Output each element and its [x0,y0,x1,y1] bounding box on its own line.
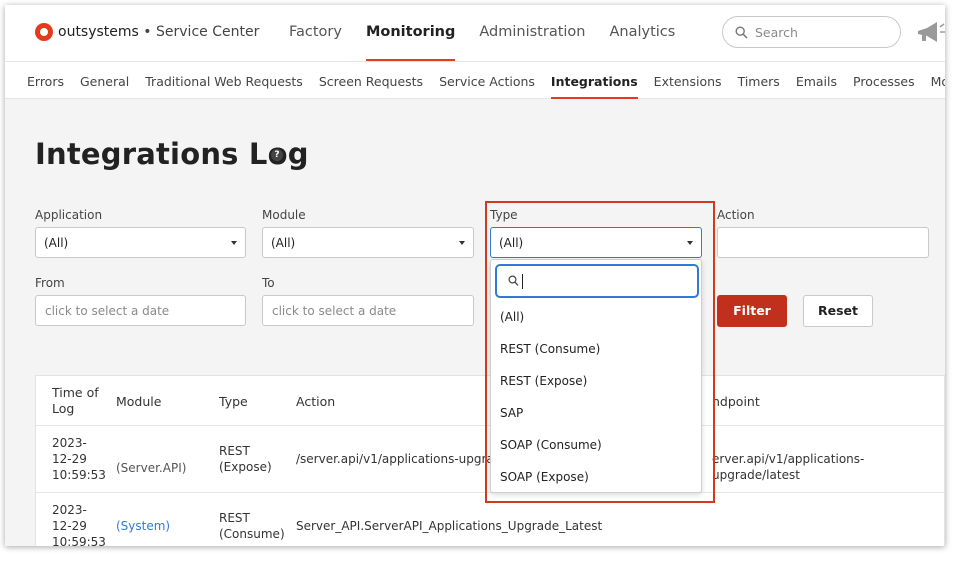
table-row-1-time: 2023- 12-29 10:59:53 [52,436,106,482]
sub-nav: Errors General Traditional Web Requests … [5,61,945,99]
top-nav: Factory Monitoring Administration Analyt… [277,5,687,61]
outsystems-logo-icon [35,23,53,41]
help-icon[interactable]: ? [271,149,283,161]
table-row-2-module-link[interactable]: (System) [116,518,170,534]
logo[interactable]: outsystems • Service Center [35,23,259,41]
from-date-input[interactable]: click to select a date [35,295,246,326]
subnav-emails[interactable]: Emails [788,62,845,99]
search-placeholder: Search [755,24,798,40]
nav-administration[interactable]: Administration [467,5,597,61]
column-header-type[interactable]: Type [219,394,248,409]
search-icon [735,25,748,39]
subnav-timers[interactable]: Timers [730,62,788,99]
highlight-box [485,201,715,503]
filter-button[interactable]: Filter [717,295,787,327]
column-header-time[interactable]: Time of Log [52,385,99,417]
chevron-down-icon [459,241,465,245]
reset-button[interactable]: Reset [803,295,873,327]
subnav-general[interactable]: General [72,62,137,99]
table-row-1-module: (Server.API) [116,461,187,475]
subnav-integrations[interactable]: Integrations [543,62,646,99]
to-date-input[interactable]: click to select a date [262,295,474,326]
column-header-endpoint[interactable]: ndpoint [712,394,760,409]
app-window: outsystems • Service Center Factory Moni… [5,5,945,546]
subnav-errors[interactable]: Errors [5,62,72,99]
subnav-extensions[interactable]: Extensions [646,62,730,99]
action-input[interactable] [717,227,929,258]
application-label: Application [35,208,103,222]
subnav-screen-requests[interactable]: Screen Requests [311,62,431,99]
table-row-1-action[interactable]: /server.api/v1/applications-upgrad [296,451,501,467]
from-label: From [35,276,65,290]
nav-analytics[interactable]: Analytics [597,5,687,61]
nav-factory[interactable]: Factory [277,5,354,61]
nav-monitoring[interactable]: Monitoring [354,5,467,61]
table-row-1-endpoint: erver.api/v1/applications-upgrade/latest [712,452,865,482]
table-row-2-time: 2023- 12-29 10:59:53 [52,503,106,546]
top-header: outsystems • Service Center Factory Moni… [5,5,945,61]
main-content: Integrations Log ? Application (All) Mod… [5,99,945,546]
application-select-value: (All) [44,236,69,250]
column-header-module[interactable]: Module [116,394,161,409]
to-label: To [262,276,275,290]
table-row-2-type: REST (Consume) [219,511,285,541]
logo-text: outsystems • Service Center [58,24,260,40]
chevron-down-icon [231,241,237,245]
module-label: Module [262,208,306,222]
subnav-service-actions[interactable]: Service Actions [431,62,543,99]
subnav-traditional-web-requests[interactable]: Traditional Web Requests [137,62,311,99]
column-header-action[interactable]: Action [296,394,335,409]
module-select-value: (All) [271,236,296,250]
subnav-processes[interactable]: Processes [845,62,923,99]
search-box[interactable]: Search [722,16,901,48]
module-select[interactable]: (All) [262,227,474,258]
action-label: Action [717,208,755,222]
megaphone-icon[interactable] [915,19,945,47]
subnav-mobile-apps[interactable]: Mobile Apps [923,62,945,99]
table-row-1-type: REST (Expose) [219,444,272,474]
page-title: Integrations Log [35,137,309,171]
table-row-2-action[interactable]: Server_API.ServerAPI_Applications_Upgrad… [296,518,602,534]
application-select[interactable]: (All) [35,227,246,258]
